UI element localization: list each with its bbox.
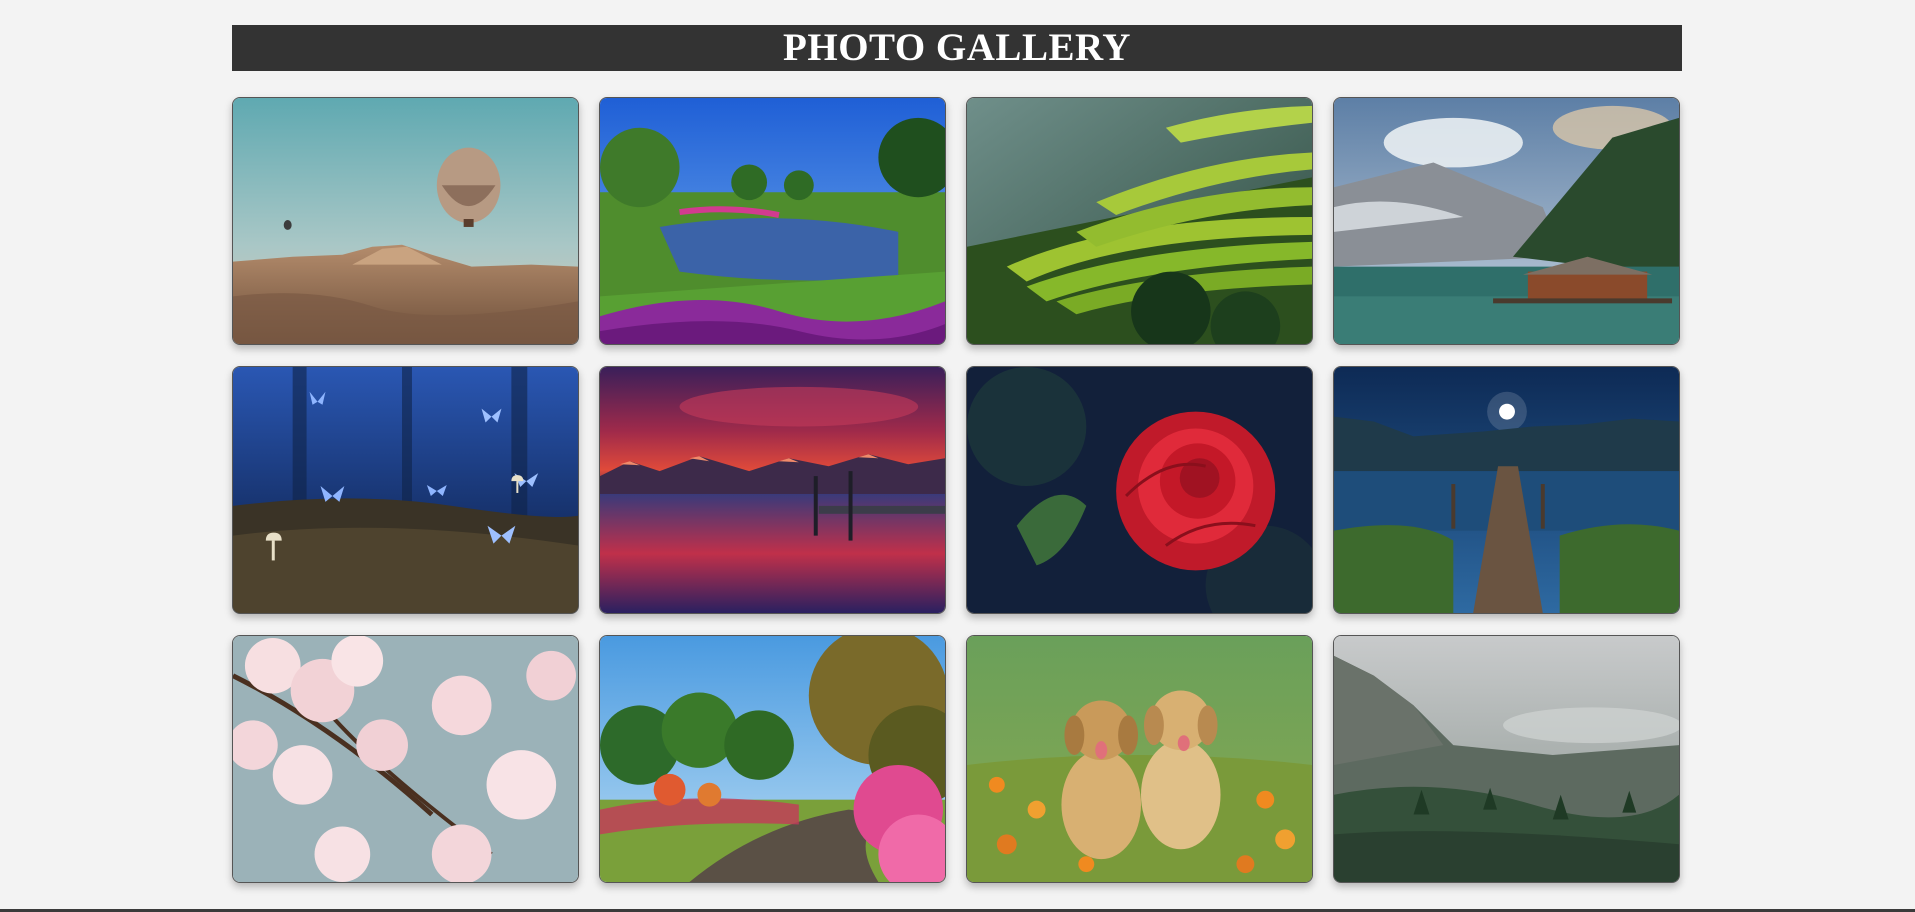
garden-river-image [600, 98, 945, 344]
photo-card-moonlit-dock[interactable] [1333, 366, 1680, 614]
butterflies-image [233, 367, 578, 613]
photo-card-balloons[interactable] [232, 97, 579, 345]
gallery-header: PHOTO GALLERY [232, 25, 1682, 71]
garden-path-image [600, 636, 945, 882]
puppies-image [967, 636, 1312, 882]
photo-card-sunset-lake[interactable] [599, 366, 946, 614]
balloons-image [233, 98, 578, 344]
photo-card-rice-terraces[interactable] [966, 97, 1313, 345]
gallery-page: PHOTO GALLERY [0, 0, 1915, 912]
page-title: PHOTO GALLERY [783, 26, 1131, 69]
moonlit-dock-image [1334, 367, 1679, 613]
photo-grid [232, 97, 1682, 883]
photo-card-cherry-blossoms[interactable] [232, 635, 579, 883]
misty-mountain-image [1334, 636, 1679, 882]
photo-card-garden-river[interactable] [599, 97, 946, 345]
photo-card-misty-mountain[interactable] [1333, 635, 1680, 883]
rice-terraces-image [967, 98, 1312, 344]
photo-card-puppies[interactable] [966, 635, 1313, 883]
photo-card-garden-path[interactable] [599, 635, 946, 883]
photo-card-red-rose[interactable] [966, 366, 1313, 614]
photo-card-butterflies[interactable] [232, 366, 579, 614]
cherry-blossoms-image [233, 636, 578, 882]
photo-card-mountain-cabin[interactable] [1333, 97, 1680, 345]
sunset-lake-image [600, 367, 945, 613]
red-rose-image [967, 367, 1312, 613]
mountain-cabin-image [1334, 98, 1679, 344]
